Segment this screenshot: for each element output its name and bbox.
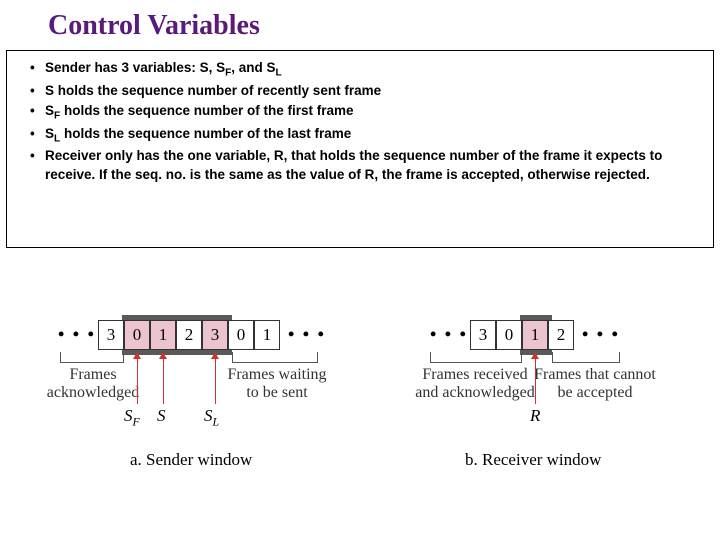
text: S xyxy=(124,406,133,425)
cannot-label: Frames that cannot be accepted xyxy=(520,366,670,403)
seq-cell: 0 xyxy=(496,320,522,350)
subscript: L xyxy=(213,414,220,428)
bracket-ack xyxy=(60,352,124,363)
wait-label: Frames waiting to be sent xyxy=(212,366,342,403)
bullet-item: Receiver only has the one variable, R, t… xyxy=(25,147,695,185)
seq-cell: 2 xyxy=(548,320,574,350)
bracket-wait xyxy=(232,352,318,363)
text: acknowledged xyxy=(47,384,139,401)
seq-cell: 0 xyxy=(228,320,254,350)
ellipsis-icon: • • • xyxy=(582,324,620,345)
seq-cell: 1 xyxy=(150,320,176,350)
ellipsis-icon: • • • xyxy=(430,324,468,345)
text: holds the sequence number of the first f… xyxy=(60,103,353,118)
seq-cell: 3 xyxy=(202,320,228,350)
text: S xyxy=(204,406,213,425)
arrow-line xyxy=(137,359,138,404)
sender-strip: 3 0 1 2 3 0 1 xyxy=(98,320,280,350)
bracket-received xyxy=(430,352,522,363)
bullet-item: SF holds the sequence number of the firs… xyxy=(25,102,695,124)
arrow-icon xyxy=(133,352,141,359)
var-sf: SF xyxy=(124,406,140,429)
subscript: L xyxy=(276,68,282,79)
arrow-line xyxy=(535,359,536,404)
ack-label: Frames acknowledged xyxy=(33,366,153,403)
text: S xyxy=(45,126,54,141)
seq-cell: 2 xyxy=(176,320,202,350)
sender-caption: a. Sender window xyxy=(130,450,252,470)
text: Frames received xyxy=(422,366,527,383)
text: holds the sequence number of the last fr… xyxy=(60,126,351,141)
var-s: S xyxy=(157,406,166,426)
bullet-item: S holds the sequence number of recently … xyxy=(25,82,695,101)
diagram-area: • • • 3 0 1 2 3 0 1 • • • Frames acknowl… xyxy=(0,300,720,540)
slide-title: Control Variables xyxy=(48,10,260,42)
var-sl: SL xyxy=(204,406,219,429)
content-box: Sender has 3 variables: S, SF, and SL S … xyxy=(6,50,714,248)
seq-cell: 3 xyxy=(470,320,496,350)
text: Frames that cannot xyxy=(534,366,656,383)
arrow-line xyxy=(163,359,164,404)
seq-cell: 1 xyxy=(254,320,280,350)
bullet-item: SL holds the sequence number of the last… xyxy=(25,125,695,147)
arrow-icon xyxy=(211,352,219,359)
seq-cell: 0 xyxy=(124,320,150,350)
text: and acknowledged xyxy=(415,384,535,401)
text: to be sent xyxy=(246,384,307,401)
receiver-strip: 3 0 1 2 xyxy=(470,320,574,350)
arrow-icon xyxy=(159,352,167,359)
text: Frames waiting xyxy=(227,366,326,383)
receiver-caption: b. Receiver window xyxy=(465,450,601,470)
ellipsis-icon: • • • xyxy=(58,324,96,345)
var-r: R xyxy=(530,406,540,426)
seq-cell: 3 xyxy=(98,320,124,350)
arrow-line xyxy=(215,359,216,404)
bracket-cannot xyxy=(552,352,620,363)
bullet-item: Sender has 3 variables: S, SF, and SL xyxy=(25,59,695,81)
text: Sender has 3 variables: S, S xyxy=(45,60,225,75)
subscript: F xyxy=(133,414,140,428)
text: Frames xyxy=(69,366,116,383)
text: , and S xyxy=(231,60,275,75)
seq-cell: 1 xyxy=(522,320,548,350)
text: be accepted xyxy=(557,384,632,401)
bullet-list: Sender has 3 variables: S, SF, and SL S … xyxy=(7,59,713,185)
ellipsis-icon: • • • xyxy=(288,324,326,345)
text: S xyxy=(45,103,54,118)
arrow-icon xyxy=(531,352,539,359)
